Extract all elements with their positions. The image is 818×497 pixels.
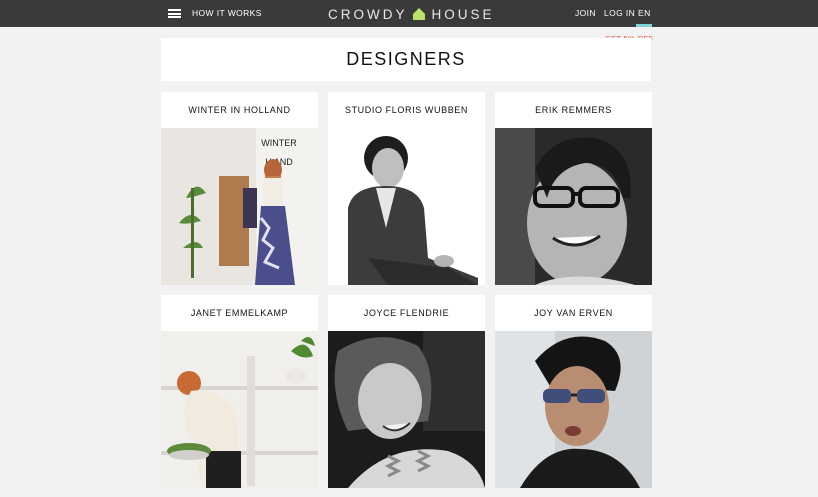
house-icon: [412, 7, 426, 21]
logo-text-right: HOUSE: [431, 6, 495, 22]
join-link[interactable]: JOIN: [575, 8, 596, 18]
designer-card[interactable]: STUDIO FLORIS WUBBEN: [328, 92, 485, 285]
designer-photo: [495, 128, 652, 285]
designer-photo: [161, 331, 318, 488]
designer-photo: WINTER H AND: [161, 128, 318, 285]
hamburger-menu-icon[interactable]: [168, 7, 181, 20]
login-link[interactable]: LOG IN: [604, 8, 635, 18]
designer-card[interactable]: ERIK REMMERS: [495, 92, 652, 285]
designer-name: JOYCE FLENDRIE: [363, 308, 450, 318]
designer-card[interactable]: WINTER IN HOLLAND WINTER H AND: [161, 92, 318, 285]
page-title: DESIGNERS: [346, 49, 466, 69]
designer-name: WINTER IN HOLLAND: [188, 105, 291, 115]
designer-photo: [495, 331, 652, 488]
how-it-works-link[interactable]: HOW IT WORKS: [192, 8, 262, 18]
designer-name: STUDIO FLORIS WUBBEN: [344, 105, 468, 115]
top-navbar: HOW IT WORKS CROWDY HOUSE JOIN LOG IN EN: [0, 0, 818, 27]
designer-card[interactable]: JOY VAN ERVEN: [495, 295, 652, 488]
winter-sign-text: WINTER: [261, 138, 297, 148]
language-active-indicator: [636, 24, 652, 27]
crowdy-house-logo[interactable]: CROWDY HOUSE: [328, 5, 495, 23]
language-selector[interactable]: EN: [638, 8, 651, 18]
designer-name: ERIK REMMERS: [535, 105, 612, 115]
designer-photo: [328, 331, 485, 488]
designer-card[interactable]: JOYCE FLENDRIE: [328, 295, 485, 488]
designer-name: JANET EMMELKAMP: [190, 308, 289, 318]
logo-text-left: CROWDY: [328, 6, 408, 22]
designer-card[interactable]: JANET EMMELKAMP: [161, 295, 318, 488]
page-title-box: DESIGNERS: [161, 38, 651, 81]
designer-photo: [328, 128, 485, 285]
designer-name: JOY VAN ERVEN: [534, 308, 613, 318]
